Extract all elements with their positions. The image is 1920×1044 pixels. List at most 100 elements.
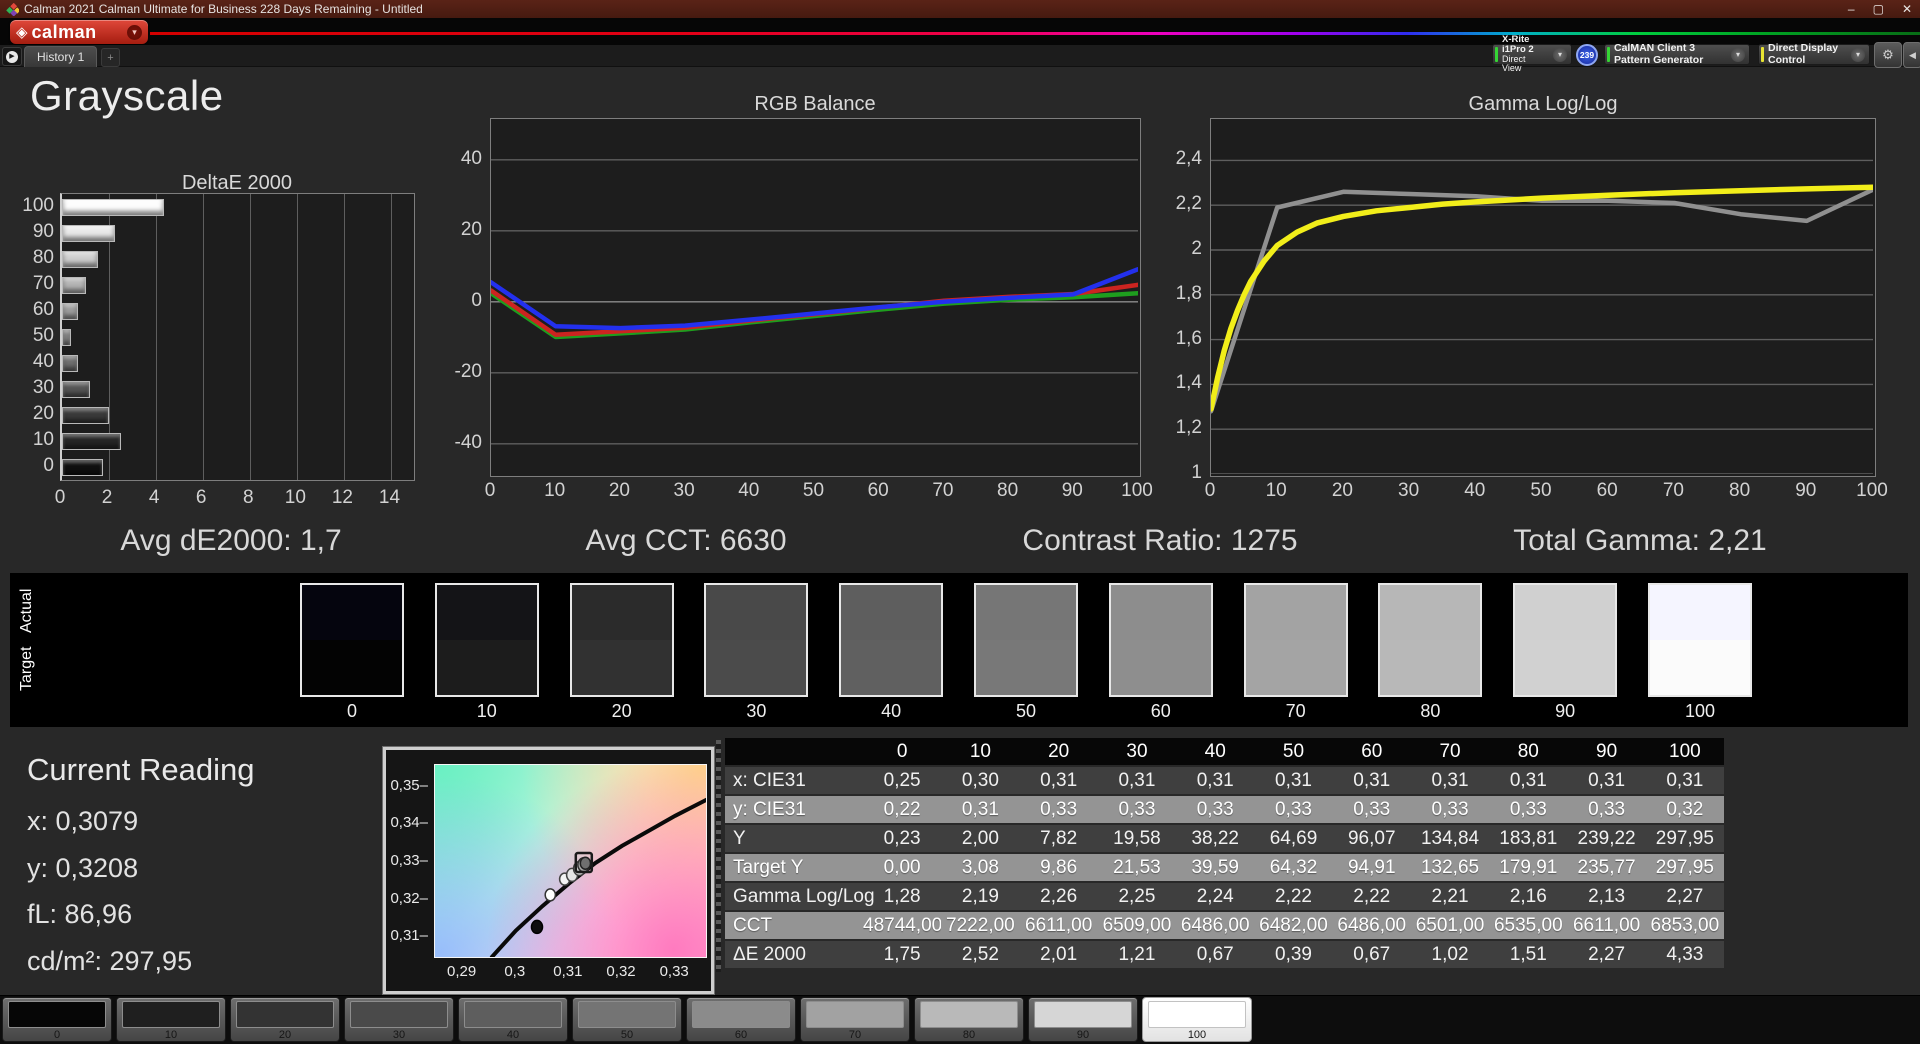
chevron-down-icon[interactable]: ▾ <box>1553 47 1567 62</box>
gridline <box>155 194 157 480</box>
gear-icon: ⚙ <box>1882 47 1894 62</box>
patch-label: 50 <box>620 1029 634 1041</box>
minimize-button[interactable]: – <box>1848 2 1855 16</box>
tick-label: 2,4 <box>1175 148 1202 170</box>
table-row: x: CIE31 0,25 0,30 0,31 0,31 0,31 0,31 0,31 0,31… <box>725 767 1724 794</box>
collapse-panel-button[interactable]: ◀ <box>1903 42 1920 68</box>
column-header: 0 <box>896 741 908 762</box>
chevron-down-icon[interactable]: ▾ <box>1731 47 1745 62</box>
tick-label: 4 <box>148 487 160 508</box>
patch-button-0[interactable]: 0 <box>2 997 112 1042</box>
grayscale-swatch: 0 <box>300 583 404 722</box>
reading-line: cd/m²: 297,95 <box>27 945 193 976</box>
actual-half <box>436 585 537 640</box>
table-cell: 0,23 <box>883 828 921 849</box>
table-cell: 96,07 <box>1347 828 1396 849</box>
rgb-balance-chart <box>488 118 1141 477</box>
tick-label: 50 <box>1530 480 1552 501</box>
patch-button-70[interactable]: 70 <box>800 997 910 1042</box>
patch-label: 0 <box>53 1029 61 1041</box>
table-row: Gamma Log/Log 1,28 2,19 2,26 2,25 2,24 2,22 2,2… <box>725 883 1724 910</box>
add-tab-button[interactable]: + <box>101 48 120 67</box>
tab-label: History 1 <box>37 50 85 64</box>
chevron-left-icon: ◀ <box>1909 49 1916 60</box>
table-cell: 0,31 <box>1196 770 1234 791</box>
table-cell: 2,19 <box>961 886 999 907</box>
actual-half <box>302 585 402 640</box>
actual-half <box>571 585 672 640</box>
table-cell: 0,31 <box>1431 770 1469 791</box>
table-cell: 0,33 <box>1353 799 1391 820</box>
patch-button-90[interactable]: 90 <box>1028 997 1138 1042</box>
tab-nav-button[interactable]: ▶ <box>2 47 22 66</box>
settings-button[interactable]: ⚙ <box>1874 42 1902 68</box>
table-cell: 0,31 <box>1040 770 1078 791</box>
tick-label: 20 <box>460 218 482 240</box>
tick-label: 0 <box>1204 480 1216 501</box>
maximize-button[interactable]: ▢ <box>1873 2 1884 16</box>
source-dropdown[interactable]: CalMAN Client 3 Pattern Generator ▾ <box>1604 43 1750 65</box>
tick-label: 1,2 <box>1175 417 1202 439</box>
table-cell: 297,95 <box>1655 857 1714 878</box>
patch-button-30[interactable]: 30 <box>344 997 454 1042</box>
patch-label: 40 <box>506 1029 520 1041</box>
tick-label: 80 <box>1729 480 1751 501</box>
actual-half <box>975 585 1076 640</box>
chevron-down-icon[interactable]: ▾ <box>127 24 142 40</box>
table-cell: 0,31 <box>1275 770 1312 791</box>
meter-dropdown[interactable]: X-Rite i1Pro 2 Direct View ▾ <box>1492 35 1572 73</box>
table-cell: 2,27 <box>1588 944 1626 965</box>
tick-label: 100 <box>1121 480 1153 501</box>
tick-label: 2 <box>101 487 113 508</box>
patch-swatch <box>350 1001 448 1028</box>
tick-label: 2 <box>1191 238 1202 260</box>
patch-button-20[interactable]: 20 <box>230 997 340 1042</box>
swatch-label: 80 <box>1420 701 1441 721</box>
cie-chart <box>434 764 708 959</box>
gamma-chart <box>1208 118 1876 477</box>
calman-menu-button[interactable]: ◈ calman ▾ <box>10 20 148 44</box>
patch-button-100[interactable]: 100 <box>1142 997 1252 1042</box>
tick-label: 90 <box>1795 480 1817 501</box>
actual-half <box>706 585 807 640</box>
table-grip[interactable] <box>716 740 721 972</box>
tick-label: 20 <box>32 403 54 424</box>
patch-button-10[interactable]: 10 <box>116 997 226 1042</box>
tick-label: 14 <box>378 487 401 508</box>
actual-row-label: Actual <box>18 588 35 634</box>
patch-button-50[interactable]: 50 <box>572 997 682 1042</box>
table-cell: 48744,00 <box>863 915 942 936</box>
tick-label: 70 <box>32 273 54 294</box>
patch-button-40[interactable]: 40 <box>458 997 568 1042</box>
tab-history-1[interactable]: History 1 <box>24 46 98 67</box>
table-cell: 2,25 <box>1118 886 1156 907</box>
grayscale-swatch: 40 <box>839 583 944 722</box>
display-control-dropdown[interactable]: Direct Display Control ▾ <box>1758 43 1870 65</box>
table-cell: 0,33 <box>1431 799 1469 820</box>
patch-label: 70 <box>848 1029 862 1041</box>
deltae-bar <box>62 250 98 268</box>
table-cell: 0,33 <box>1196 799 1234 820</box>
patch-swatch <box>8 1001 106 1028</box>
target-half <box>706 640 807 695</box>
reading-line: fL: 86,96 <box>27 899 133 929</box>
patch-button-80[interactable]: 80 <box>914 997 1024 1042</box>
tick-label: 0,32– <box>390 889 428 907</box>
actual-half <box>1380 585 1481 640</box>
table-cell: 0,31 <box>1509 770 1547 791</box>
target-row-label: Target <box>18 646 35 692</box>
tick-label: 0 <box>43 455 54 476</box>
tick-label: 0 <box>471 289 482 311</box>
table-cell: 4,33 <box>1666 944 1704 965</box>
tick-label: 1,6 <box>1175 327 1202 349</box>
close-button[interactable]: ✕ <box>1902 2 1912 16</box>
tick-label: 0,29 <box>447 963 477 980</box>
patch-button-60[interactable]: 60 <box>686 997 796 1042</box>
table-cell: 19,58 <box>1113 828 1161 849</box>
swatch-square <box>434 583 539 697</box>
stat-avg-de2000: Avg dE2000: 1,7 <box>120 524 342 557</box>
tick-label: 100 <box>22 195 54 216</box>
table-cell: 1,75 <box>883 944 921 965</box>
chevron-down-icon[interactable]: ▾ <box>1851 47 1865 62</box>
reading-line: y: 0,3208 <box>27 852 139 883</box>
